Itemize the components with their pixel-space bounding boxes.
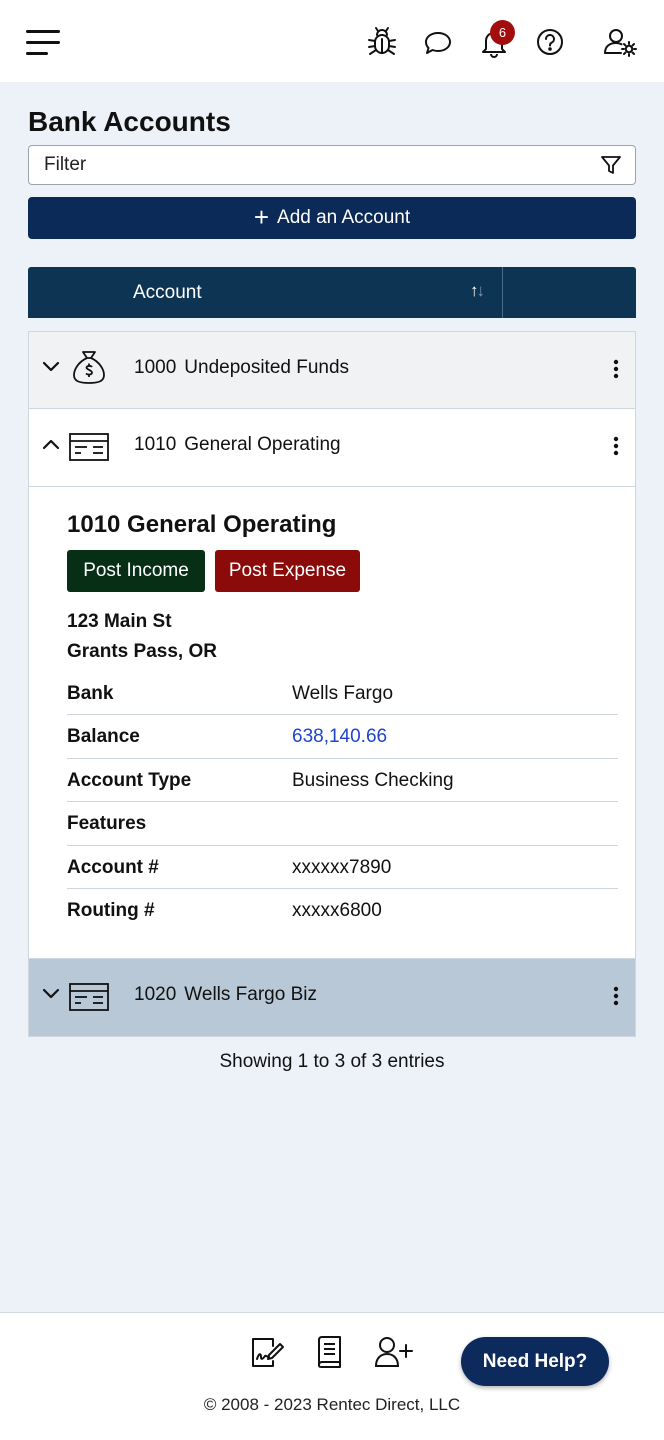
money-bag-icon (69, 348, 109, 386)
address-line-1: 123 Main St (67, 611, 172, 632)
entries-summary: Showing 1 to 3 of 3 entries (219, 1051, 445, 1072)
more-options-icon[interactable] (613, 436, 619, 456)
menu-icon[interactable] (26, 28, 62, 58)
chevron-up-icon[interactable] (41, 436, 61, 452)
field-key: Balance (67, 726, 140, 748)
field-value: xxxxx6800 (292, 899, 382, 921)
account-address: 123 Main St Grants Pass, OR (67, 607, 217, 667)
add-user-icon[interactable] (374, 1335, 414, 1369)
field-key: Account Type (67, 769, 192, 791)
signature-document-icon[interactable] (249, 1335, 285, 1369)
account-label: 1000 Undeposited Funds (134, 357, 350, 378)
filter-box[interactable] (28, 145, 636, 185)
table-row[interactable]: 1000 Undeposited Funds (29, 332, 635, 409)
more-options-icon[interactable] (613, 986, 619, 1006)
add-account-button[interactable]: + Add an Account (28, 197, 636, 239)
column-account[interactable]: Account (133, 282, 202, 304)
post-expense-button[interactable]: Post Expense (215, 550, 360, 592)
ledger-book-icon[interactable] (314, 1335, 344, 1369)
field-value: Business Checking (292, 769, 454, 791)
account-label: 1010 General Operating (134, 434, 341, 455)
table-row[interactable]: 1010 General Operating (29, 409, 635, 487)
accounts-table: 1000 Undeposited Funds 1010 General Operat… (28, 331, 636, 1037)
filter-input[interactable] (29, 146, 589, 184)
table-row[interactable]: 1020 Wells Fargo Biz (29, 959, 635, 1036)
account-label: 1020 Wells Fargo Biz (134, 984, 317, 1005)
field-row-account-type: Account Type Business Checking (67, 759, 618, 803)
field-row-routing-number: Routing # xxxxx6800 (67, 889, 618, 932)
check-card-icon (69, 983, 109, 1011)
field-key: Bank (67, 683, 114, 704)
top-bar: 6 (0, 0, 664, 82)
detail-title: 1010 General Operating (67, 511, 337, 538)
field-value: xxxxxx7890 (292, 856, 392, 878)
field-row-balance: Balance 638,140.66 (67, 715, 618, 759)
post-income-button[interactable]: Post Income (67, 550, 205, 592)
need-help-button[interactable]: Need Help? (461, 1337, 609, 1386)
address-line-2: Grants Pass, OR (67, 641, 217, 662)
field-row-account-number: Account # xxxxxx7890 (67, 846, 618, 889)
sort-icon[interactable]: ↑↓ (470, 281, 485, 301)
field-row-features: Features (67, 802, 618, 846)
add-account-label: Add an Account (277, 207, 411, 228)
check-card-icon (69, 433, 109, 461)
field-row-bank: Bank Wells Fargo (67, 672, 618, 716)
plus-icon: + (253, 201, 270, 232)
field-key: Account # (67, 856, 159, 878)
table-header: Account ↑↓ (28, 267, 636, 318)
balance-link[interactable]: 638,140.66 (292, 726, 387, 748)
notification-badge: 6 (490, 20, 515, 45)
bug-icon[interactable] (367, 26, 397, 58)
footer: Need Help? © 2008 - 2023 Rentec Direct, … (0, 1312, 664, 1440)
chat-icon[interactable] (423, 26, 453, 58)
account-detail-panel: 1010 General Operating Post Income Post … (29, 487, 635, 959)
filter-icon[interactable] (600, 154, 622, 176)
field-key: Features (67, 813, 147, 835)
chevron-down-icon[interactable] (41, 986, 61, 1002)
user-settings-icon[interactable] (603, 26, 639, 58)
page-title: Bank Accounts (28, 106, 231, 137)
column-divider (502, 267, 503, 318)
field-key: Routing # (67, 899, 155, 921)
detail-fields: Bank Wells Fargo Balance 638,140.66 Acco… (67, 672, 618, 932)
chevron-down-icon[interactable] (41, 359, 61, 375)
help-icon[interactable] (535, 26, 565, 58)
copyright: © 2008 - 2023 Rentec Direct, LLC (203, 1395, 461, 1414)
more-options-icon[interactable] (613, 359, 619, 379)
field-value: Wells Fargo (292, 683, 394, 704)
